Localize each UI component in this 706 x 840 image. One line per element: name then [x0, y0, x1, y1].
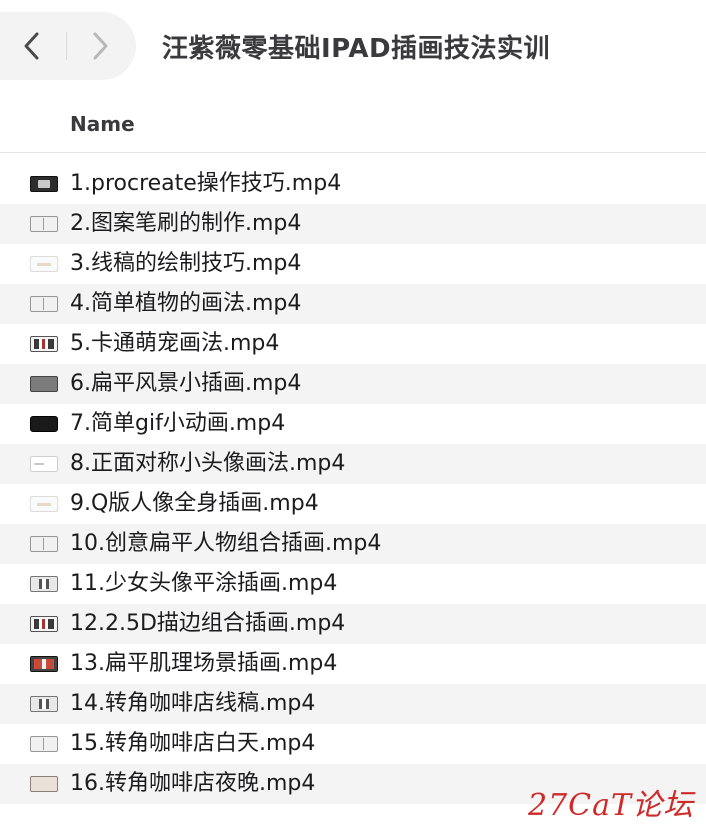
chevron-left-icon: [24, 32, 39, 60]
video-thumbnail-icon: [30, 176, 58, 192]
file-row[interactable]: 11.少女头像平涂插画.mp4: [0, 564, 706, 604]
file-row[interactable]: 5.卡通萌宠画法.mp4: [0, 324, 706, 364]
file-name: 15.转角咖啡店白天.mp4: [70, 731, 316, 756]
file-name: 9.Q版人像全身插画.mp4: [70, 491, 319, 516]
column-header: Name: [0, 100, 706, 153]
file-name: 10.创意扁平人物组合插画.mp4: [70, 531, 382, 556]
video-thumbnail-icon: [30, 296, 58, 312]
file-list: 1.procreate操作技巧.mp4 2.图案笔刷的制作.mp4 3.线稿的绘制技…: [0, 164, 706, 804]
file-name: 6.扁平风景小插画.mp4: [70, 371, 302, 396]
name-column-header[interactable]: Name: [70, 112, 135, 136]
file-name: 14.转角咖啡店线稿.mp4: [70, 691, 316, 716]
file-name: 12.2.5D描边组合插画.mp4: [70, 611, 346, 636]
video-thumbnail-icon: [30, 496, 58, 512]
file-name: 4.简单植物的画法.mp4: [70, 291, 302, 316]
video-thumbnail-icon: [30, 576, 58, 592]
file-row[interactable]: 3.线稿的绘制技巧.mp4: [0, 244, 706, 284]
video-thumbnail-icon: [30, 376, 58, 392]
video-thumbnail-icon: [30, 216, 58, 232]
file-row[interactable]: 1.procreate操作技巧.mp4: [0, 164, 706, 204]
file-row[interactable]: 8.正面对称小头像画法.mp4: [0, 444, 706, 484]
video-thumbnail-icon: [30, 336, 58, 352]
file-row[interactable]: 10.创意扁平人物组合插画.mp4: [0, 524, 706, 564]
window-title: 汪紫薇零基础IPAD插画技法实训: [162, 34, 551, 64]
file-row[interactable]: 14.转角咖啡店线稿.mp4: [0, 684, 706, 724]
forward-button[interactable]: [70, 12, 130, 80]
watermark: 27CaT论坛: [528, 788, 695, 823]
video-thumbnail-icon: [30, 656, 58, 672]
file-name: 1.procreate操作技巧.mp4: [70, 171, 342, 196]
file-row[interactable]: 12.2.5D描边组合插画.mp4: [0, 604, 706, 644]
finder-window: 汪紫薇零基础IPAD插画技法实训 Name 1.procreate操作技巧.mp…: [0, 0, 706, 840]
file-name: 3.线稿的绘制技巧.mp4: [70, 251, 302, 276]
file-name: 11.少女头像平涂插画.mp4: [70, 571, 338, 596]
file-row[interactable]: 2.图案笔刷的制作.mp4: [0, 204, 706, 244]
file-row[interactable]: 7.简单gif小动画.mp4: [0, 404, 706, 444]
back-button[interactable]: [2, 12, 62, 80]
file-row[interactable]: 15.转角咖啡店白天.mp4: [0, 724, 706, 764]
file-name: 16.转角咖啡店夜晚.mp4: [70, 771, 316, 796]
file-name: 13.扁平肌理场景插画.mp4: [70, 651, 338, 676]
video-thumbnail-icon: [30, 456, 58, 472]
file-row[interactable]: 9.Q版人像全身插画.mp4: [0, 484, 706, 524]
file-name: 7.简单gif小动画.mp4: [70, 411, 286, 436]
toolbar: 汪紫薇零基础IPAD插画技法实训: [0, 0, 706, 92]
video-thumbnail-icon: [30, 536, 58, 552]
file-row[interactable]: 6.扁平风景小插画.mp4: [0, 364, 706, 404]
nav-divider: [66, 32, 67, 60]
video-thumbnail-icon: [30, 776, 58, 792]
video-thumbnail-icon: [30, 416, 58, 432]
video-thumbnail-icon: [30, 616, 58, 632]
video-thumbnail-icon: [30, 256, 58, 272]
chevron-right-icon: [93, 32, 108, 60]
video-thumbnail-icon: [30, 696, 58, 712]
file-row[interactable]: 13.扁平肌理场景插画.mp4: [0, 644, 706, 684]
file-name: 5.卡通萌宠画法.mp4: [70, 331, 280, 356]
file-row[interactable]: 4.简单植物的画法.mp4: [0, 284, 706, 324]
video-thumbnail-icon: [30, 736, 58, 752]
file-name: 2.图案笔刷的制作.mp4: [70, 211, 302, 236]
file-name: 8.正面对称小头像画法.mp4: [70, 451, 346, 476]
